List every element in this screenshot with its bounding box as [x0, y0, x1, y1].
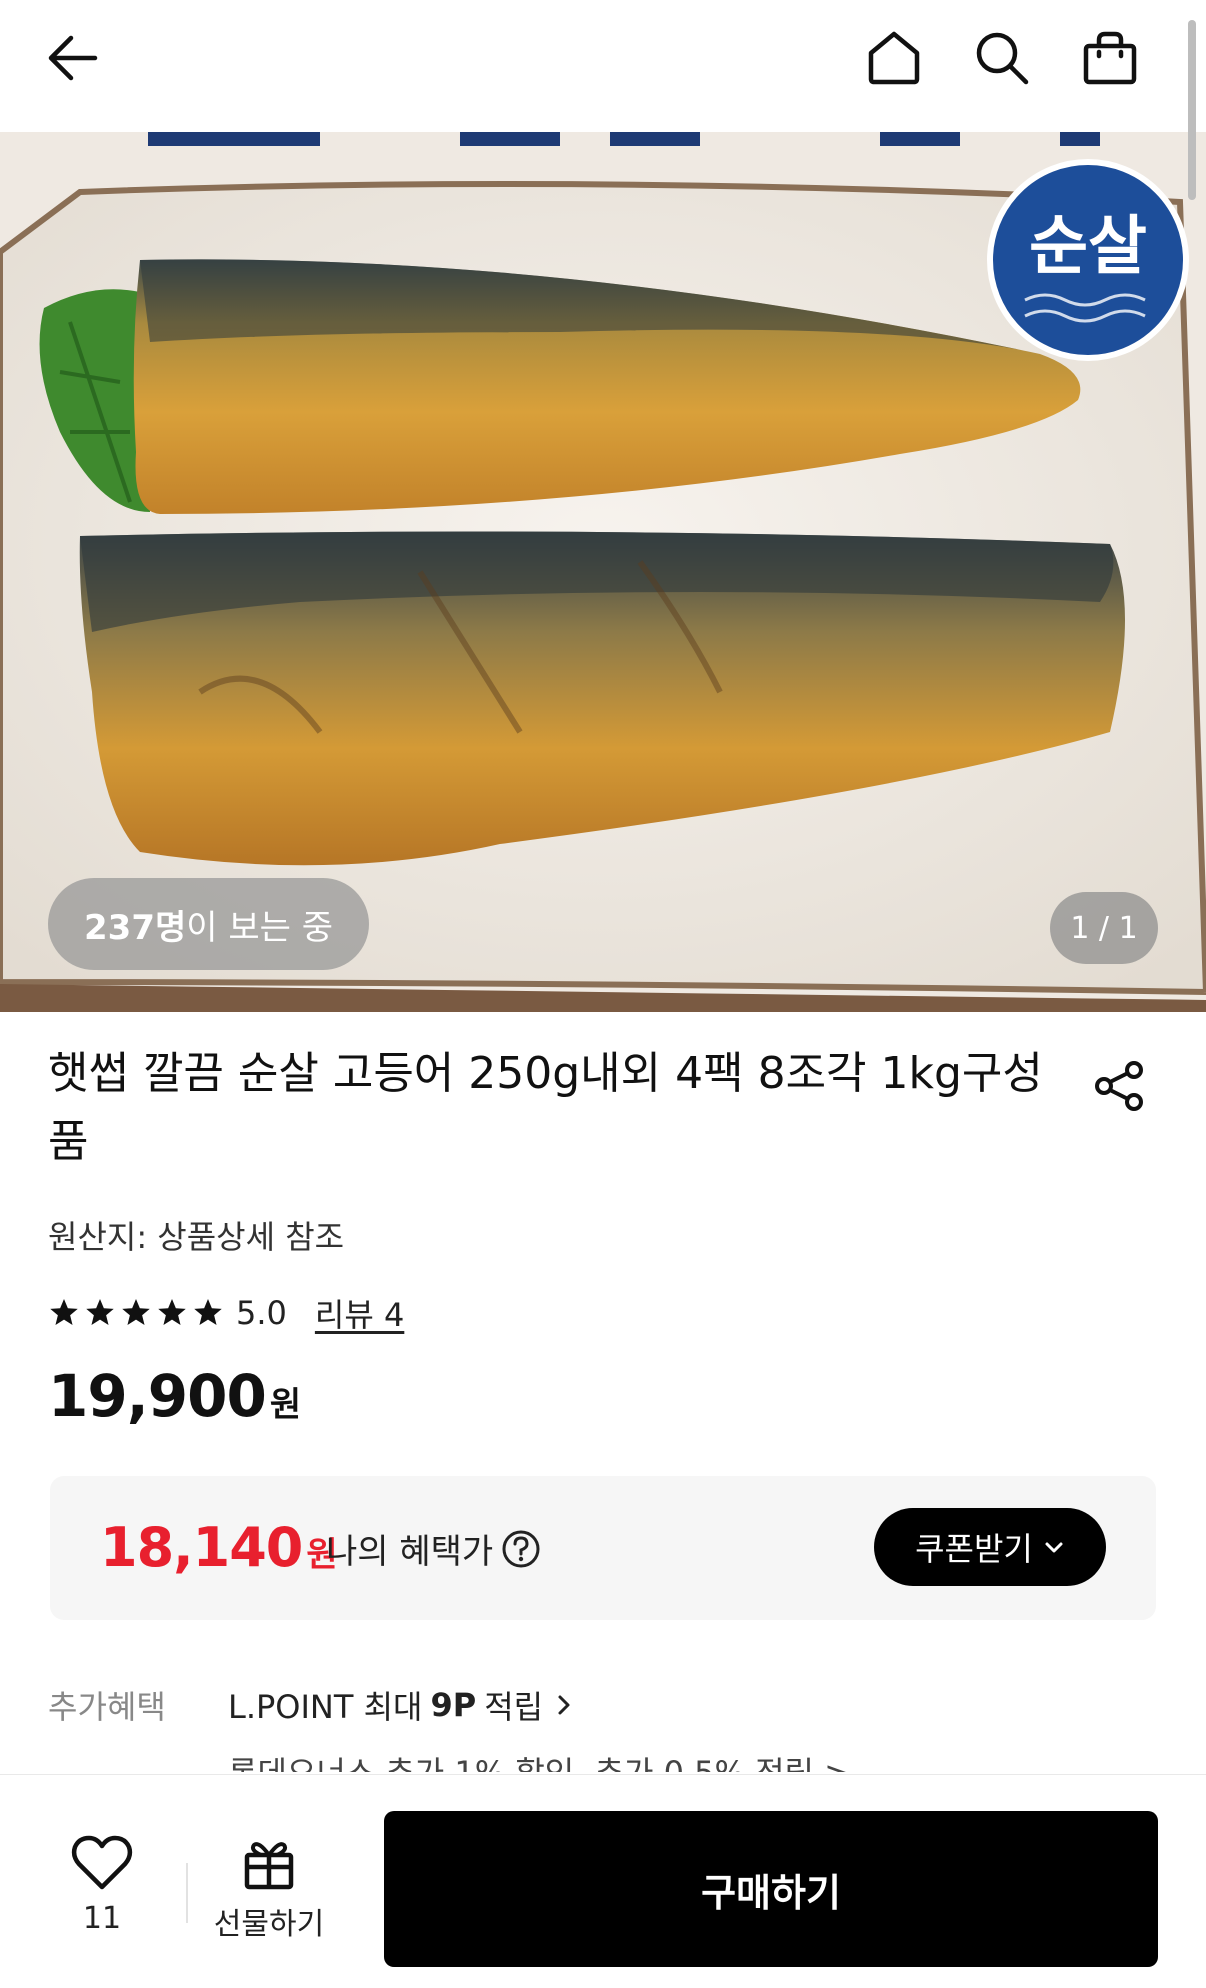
benefit-price: 18,140 원: [100, 1516, 338, 1579]
review-link[interactable]: 리뷰 4: [315, 1290, 404, 1336]
lpoint-suffix: 적립: [484, 1688, 544, 1726]
product-image-carousel[interactable]: 순살 237명 이 보는 중 1 / 1: [0, 132, 1206, 1012]
gift-icon: [244, 1842, 294, 1890]
chevron-right-icon: [558, 1695, 570, 1715]
heart-icon: [71, 1835, 133, 1890]
origin-info: 원산지: 상품상세 참조: [48, 1218, 345, 1256]
arrow-left-icon: [48, 35, 98, 81]
buy-button[interactable]: 구매하기: [384, 1811, 1158, 1967]
lpoint-points: 9P: [430, 1686, 477, 1724]
star-icon: [194, 1299, 222, 1325]
price-unit: 원: [269, 1385, 302, 1425]
help-icon[interactable]: [501, 1529, 541, 1569]
home-icon: [868, 31, 920, 85]
image-page-indicator: 1 / 1: [1050, 892, 1158, 964]
page-scrollbar[interactable]: [1188, 20, 1196, 200]
gift-label: 선물하기: [213, 1907, 325, 1942]
chevron-down-icon: [1043, 1536, 1065, 1558]
shopping-bag-icon: [1083, 31, 1137, 85]
product-title: 햇썹 깔끔 순살 고등어 250g내외 4팩 8조각 1kg구성품: [48, 1048, 1043, 1167]
home-button[interactable]: [858, 22, 930, 94]
star-icon: [122, 1299, 150, 1325]
price-amount: 19,900: [48, 1362, 267, 1430]
benefit-label-text: 나의 혜택가: [326, 1532, 494, 1572]
top-navigation-bar: [0, 0, 1206, 132]
rating-value: 5.0: [236, 1294, 287, 1332]
cart-button[interactable]: [1074, 22, 1146, 94]
star-icon: [158, 1299, 186, 1325]
card-benefit-link[interactable]: 롯데오너스 추가 1% 할인, 추가 0.5% 적립 >: [228, 1748, 851, 1772]
viewers-count: 237명: [84, 907, 187, 948]
original-price: 19,900 원: [48, 1362, 301, 1430]
like-count: 11: [82, 1901, 122, 1936]
coupon-button-label: 쿠폰받기: [915, 1530, 1033, 1568]
like-button[interactable]: 11: [54, 1835, 150, 1936]
lpoint-prefix: L.POINT 최대: [228, 1688, 423, 1726]
rating-row: 5.0 리뷰 4: [48, 1290, 404, 1336]
viewers-suffix: 이 보는 중: [186, 907, 334, 948]
star-icon: [50, 1299, 78, 1325]
gift-button[interactable]: 선물하기: [206, 1835, 332, 1943]
share-button[interactable]: [1086, 1052, 1154, 1120]
extra-benefit-label: 추가혜택: [48, 1688, 166, 1726]
star-icon: [86, 1299, 114, 1325]
coupon-button[interactable]: 쿠폰받기: [874, 1508, 1106, 1586]
lpoint-benefit-link[interactable]: L.POINT 최대 9P 적립: [228, 1682, 577, 1728]
bottom-action-bar: 11 선물하기 구매하기: [0, 1774, 1206, 1988]
benefit-label: 나의 혜택가: [326, 1524, 541, 1573]
viewers-badge: 237명 이 보는 중: [48, 878, 370, 970]
share-icon: [1095, 1061, 1143, 1111]
search-button[interactable]: [966, 22, 1038, 94]
search-icon: [976, 32, 1029, 85]
benefit-price-amount: 18,140: [100, 1516, 303, 1579]
back-button[interactable]: [36, 22, 108, 94]
bottom-divider: [186, 1863, 188, 1923]
hero-badge-text: 순살: [1029, 210, 1147, 284]
extra-benefit-row: 추가혜택 L.POINT 최대 9P 적립: [48, 1682, 577, 1728]
benefit-price-box: 18,140 원 나의 혜택가 쿠폰받기: [50, 1476, 1156, 1620]
star-rating: [48, 1297, 224, 1329]
